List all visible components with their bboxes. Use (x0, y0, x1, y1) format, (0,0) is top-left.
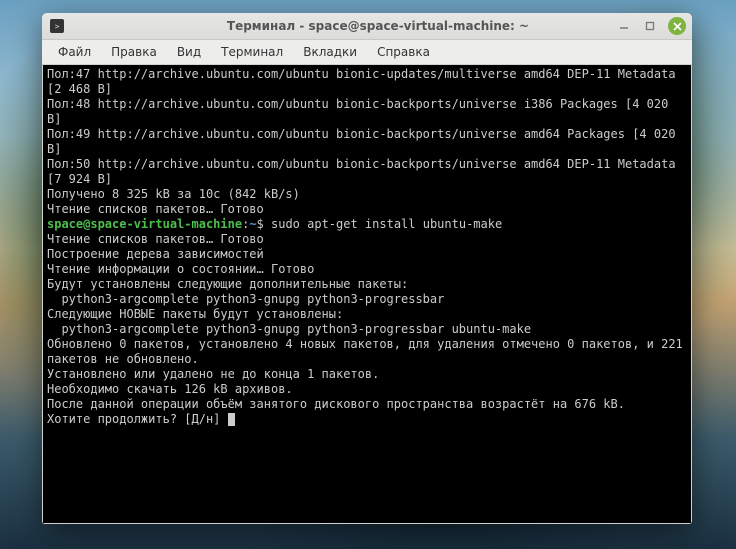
terminal-output[interactable]: Пол:47 http://archive.ubuntu.com/ubuntu … (42, 65, 692, 524)
prompt-user-host: space@space-virtual-machine (47, 217, 242, 231)
terminal-window: Терминал - space@space-virtual-machine: … (42, 13, 692, 524)
window-title: Терминал - space@space-virtual-machine: … (64, 19, 692, 33)
titlebar[interactable]: Терминал - space@space-virtual-machine: … (42, 13, 692, 40)
terminal-cursor (228, 413, 235, 426)
menu-terminal[interactable]: Терминал (211, 42, 293, 62)
prompt-dollar: $ (257, 217, 271, 231)
window-controls (616, 17, 686, 35)
menubar: Файл Правка Вид Терминал Вкладки Справка (42, 40, 692, 65)
menu-edit[interactable]: Правка (101, 42, 167, 62)
menu-file[interactable]: Файл (48, 42, 101, 62)
prompt-command: sudo apt-get install ubuntu-make (271, 217, 502, 231)
prompt-path: ~ (249, 217, 256, 231)
menu-view[interactable]: Вид (167, 42, 211, 62)
maximize-button[interactable] (642, 18, 658, 34)
minimize-button[interactable] (616, 18, 632, 34)
menu-help[interactable]: Справка (367, 42, 440, 62)
terminal-app-icon (50, 19, 64, 33)
close-button[interactable] (668, 17, 686, 35)
menu-tabs[interactable]: Вкладки (293, 42, 367, 62)
